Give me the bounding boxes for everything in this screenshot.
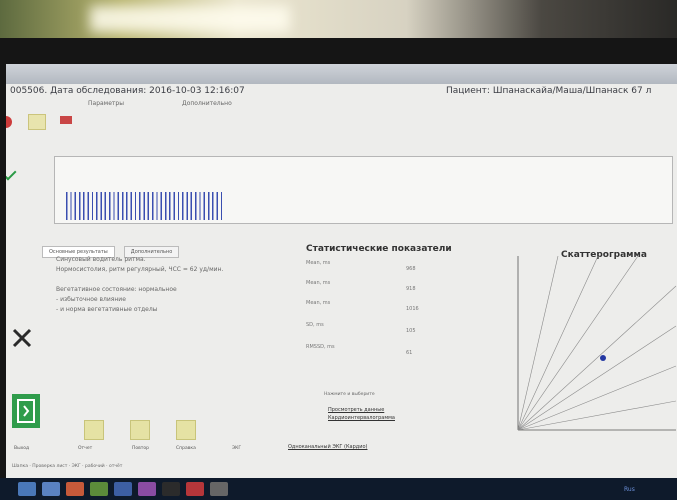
label-help: Справка <box>176 446 196 451</box>
app-icon-4[interactable] <box>162 482 180 496</box>
taskbar-lang[interactable]: Rus <box>624 486 635 493</box>
explorer-icon[interactable] <box>42 482 60 496</box>
stat-row-4: SD, ms 105 <box>306 322 416 334</box>
checkmark-icon[interactable] <box>6 163 17 181</box>
print-button[interactable] <box>84 420 104 440</box>
scatter-cluster <box>600 355 606 361</box>
stat-row-1: Mean, ms 968 <box>306 260 416 272</box>
conclusion-line-1: Синусовый водитель ритма. <box>56 256 146 263</box>
media-icon[interactable] <box>66 482 84 496</box>
app-icon-5[interactable] <box>186 482 204 496</box>
conclusion-line-4: Вегетативное состояние: нормальное <box>56 286 177 293</box>
result-tabs: Основные результаты Дополнительно <box>42 238 183 258</box>
label-repeat: Повтор <box>132 446 150 451</box>
report-button[interactable] <box>130 420 150 440</box>
app-icon-1[interactable] <box>90 482 108 496</box>
repeat-button[interactable] <box>176 420 196 440</box>
app-icon-2[interactable] <box>114 482 132 496</box>
label-report: Отчет <box>78 446 93 451</box>
stat-row-3: Mean, ms 1016 <box>306 300 419 312</box>
app-icon-3[interactable] <box>138 482 156 496</box>
photo-scene: 005506. Дата обследования: 2016-10-03 12… <box>0 0 677 500</box>
link-view-data[interactable]: Просмотреть данные <box>328 407 384 413</box>
stat-row-5: RMSSD, ms 61 <box>306 344 413 356</box>
start-icon[interactable] <box>18 482 36 496</box>
rhythmogram-bars <box>66 192 222 220</box>
flag-icon[interactable] <box>60 116 72 124</box>
study-date: 005506. Дата обследования: 2016-10-03 12… <box>10 86 245 96</box>
link-cardio[interactable]: Кардиоинтервалограмма <box>328 415 395 421</box>
scatterogram-chart <box>517 256 677 431</box>
tools-icon[interactable] <box>12 328 32 350</box>
links-caption: Нажмите и выберите <box>324 392 375 397</box>
stat-row-2: Mean, ms 918 <box>306 280 416 292</box>
window-titlebar <box>6 64 677 84</box>
stop-icon[interactable] <box>6 116 12 128</box>
conclusion-line-2: Нормосистолия, ритм регулярный, ЧСС = 62… <box>56 266 224 273</box>
label-ecg: ЭКГ <box>232 446 242 451</box>
patient-name: Пациент: Шпанаскайа/Маша/Шпанаск 67 л <box>446 86 652 96</box>
link-single-channel[interactable]: Одноканальный ЭКГ (Кардио) <box>288 444 367 450</box>
stats-title: Статистические показатели <box>306 244 452 254</box>
window-light <box>90 6 290 32</box>
app-window: 005506. Дата обследования: 2016-10-03 12… <box>6 64 677 484</box>
label-exit: Выход <box>14 446 30 451</box>
app-icon-6[interactable] <box>210 482 228 496</box>
conclusion-line-6: - и норма вегетативные отделы <box>56 306 158 313</box>
save-icon[interactable] <box>28 114 46 130</box>
status-bar: Шапка · Проверка лист · ЭКГ · рабочий · … <box>12 464 123 469</box>
exit-icon[interactable] <box>12 394 40 428</box>
conclusion-line-5: - избыточное влияние <box>56 296 126 303</box>
